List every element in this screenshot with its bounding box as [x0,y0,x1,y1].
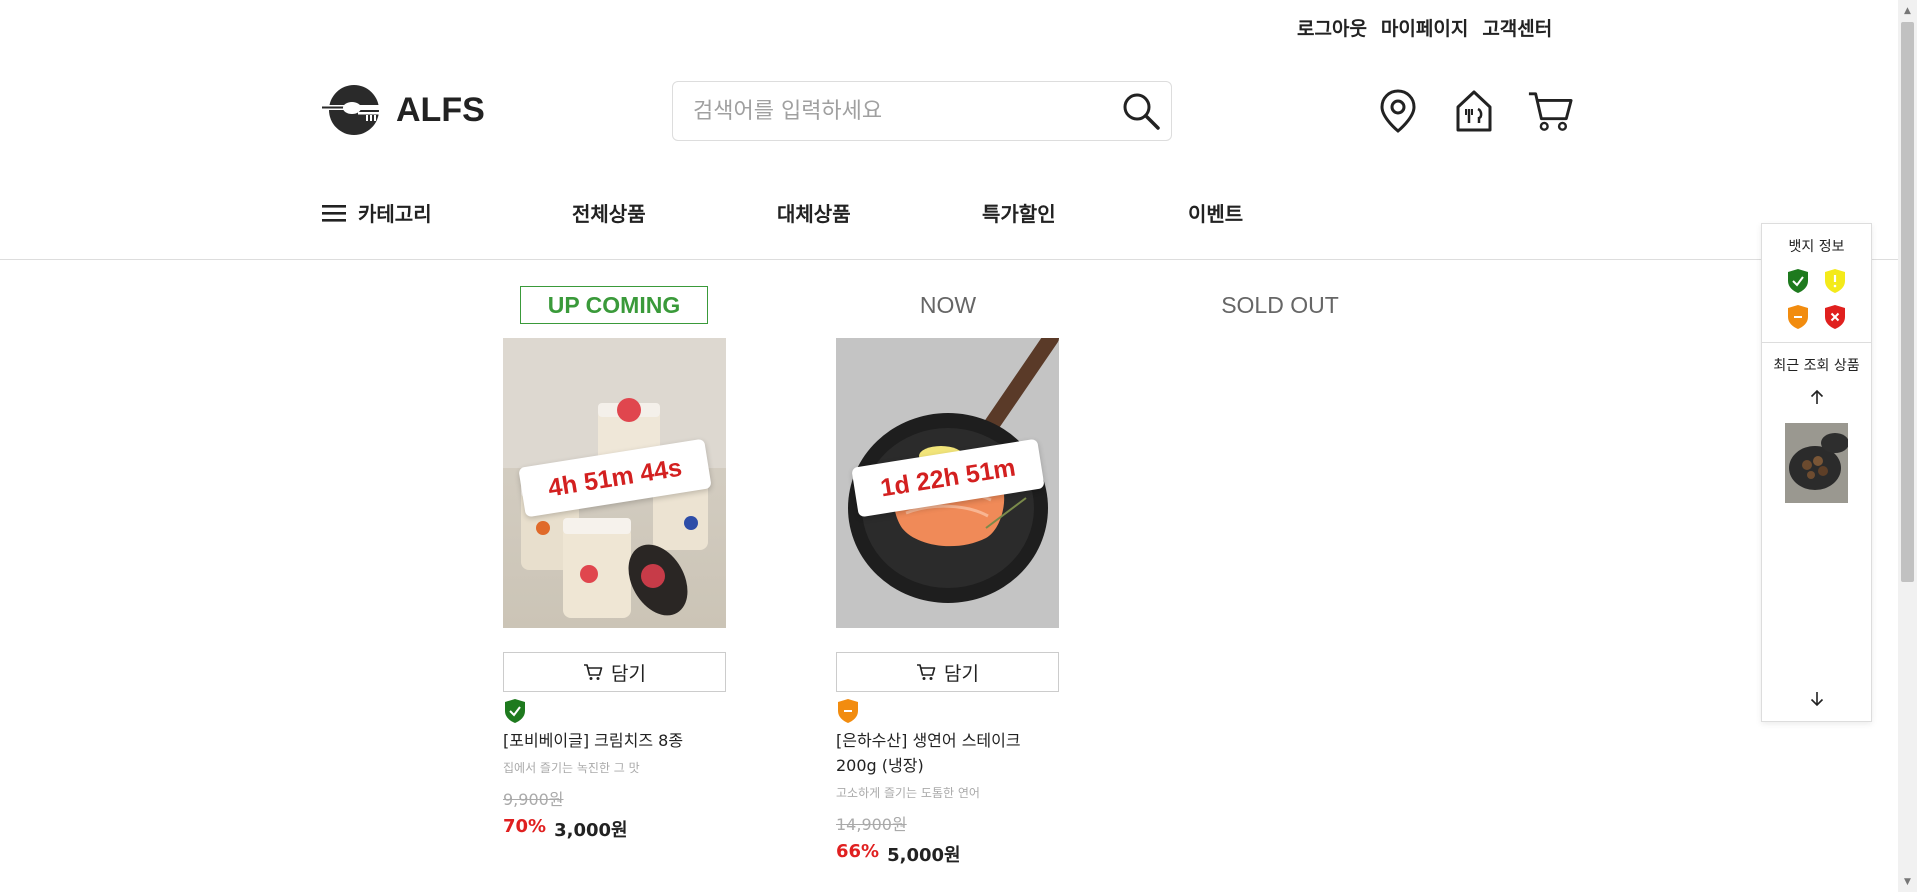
product-image[interactable]: 4h 51m 44s [503,338,726,628]
tab-sold-out[interactable]: SOLD OUT [1200,286,1360,324]
recent-product-image [1785,423,1848,503]
header-divider [0,259,1898,260]
orange-minus-shield-icon [1788,305,1809,329]
tab-upcoming[interactable]: UP COMING [520,286,708,324]
product-description: 고소하게 즐기는 도톰한 연어 [836,786,980,800]
cart-icon [584,664,603,680]
original-price: 9,900원 [503,790,564,809]
product-card: 1d 22h 51m 담기 [은하수산] 생연어 스테이크 200g (냉장) … [836,338,1059,867]
product-name[interactable]: [포비베이글] 크림치즈 8종 [503,728,726,753]
utility-links: 로그아웃 마이페이지 고객센터 [1297,14,1552,41]
product-description: 집에서 즐기는 녹진한 그 맛 [503,761,640,775]
logo-icon [322,85,384,135]
main-nav: 카테고리 전체상품 대체상품 특가할인 이벤트 [322,198,1243,227]
discount-rate: 70% [503,816,547,837]
nav-events[interactable]: 이벤트 [1188,198,1243,227]
logo[interactable]: ALFS [322,84,485,136]
scroll-down-button[interactable] [1762,691,1871,711]
cart-icon [1528,92,1573,131]
price-row: 70% 3,000원 [503,816,726,842]
side-divider [1762,342,1871,343]
scroll-up-button[interactable] [1762,389,1871,409]
safety-badge [836,698,860,724]
cart-icon [917,664,936,680]
logout-link[interactable]: 로그아웃 [1297,14,1367,41]
green-check-shield-icon [1788,269,1809,293]
nav-substitute-products[interactable]: 대체상품 [777,198,851,227]
product-card: 4h 51m 44s 담기 [포비베이글] 크림치즈 8종 집에서 즐기는 녹진… [503,338,726,842]
store-button[interactable] [1451,86,1497,136]
mypage-link[interactable]: 마이페이지 [1381,14,1468,41]
side-panel: 뱃지 정보 최근 조회 상품 [1761,223,1872,722]
product-image[interactable]: 1d 22h 51m [836,338,1059,628]
arrow-up-icon [1810,389,1823,404]
tab-now[interactable]: NOW [880,286,1016,324]
badge-legend [1762,256,1871,330]
add-to-cart-button[interactable]: 담기 [836,652,1059,692]
sale-price: 5,000원 [887,845,961,866]
page-scrollbar[interactable]: ▲ ▼ [1898,0,1917,892]
add-to-cart-label: 담기 [944,662,979,685]
arrow-down-icon [1810,692,1823,707]
search-button[interactable] [1111,82,1171,140]
search-bar [672,81,1172,141]
search-icon [1123,93,1160,130]
discount-rate: 66% [836,841,880,862]
red-x-shield-icon [1824,305,1845,329]
location-button[interactable] [1375,86,1421,136]
search-input[interactable] [673,82,1111,140]
sale-price: 3,000원 [554,820,628,841]
category-label: 카테고리 [358,202,432,226]
category-menu-button[interactable]: 카테고리 [322,198,572,227]
scrollbar-up-arrow[interactable]: ▲ [1898,2,1917,19]
nav-all-products[interactable]: 전체상품 [572,198,646,227]
yellow-warning-shield-icon [1824,269,1845,293]
orange-minus-shield-icon [838,699,858,723]
location-pin-icon [1380,89,1416,133]
green-check-shield-icon [505,699,525,723]
header-icons [1375,86,1573,136]
cart-button[interactable] [1527,86,1573,136]
add-to-cart-label: 담기 [611,662,646,685]
badge-info-title: 뱃지 정보 [1788,239,1845,255]
scrollbar-thumb[interactable] [1901,22,1914,582]
product-name[interactable]: [은하수산] 생연어 스테이크 200g (냉장) [836,728,1059,778]
nav-special-discount[interactable]: 특가할인 [982,198,1056,227]
support-link[interactable]: 고객센터 [1482,14,1552,41]
price-row: 66% 5,000원 [836,841,1059,867]
hamburger-icon [322,204,346,222]
safety-badge [503,698,527,724]
recent-product-thumbnail[interactable] [1785,423,1848,503]
scrollbar-down-arrow[interactable]: ▼ [1898,873,1917,890]
logo-text: ALFS [396,90,485,129]
store-icon [1456,90,1492,132]
recent-products-title: 최근 조회 상품 [1773,358,1860,374]
original-price: 14,900원 [836,815,907,834]
add-to-cart-button[interactable]: 담기 [503,652,726,692]
